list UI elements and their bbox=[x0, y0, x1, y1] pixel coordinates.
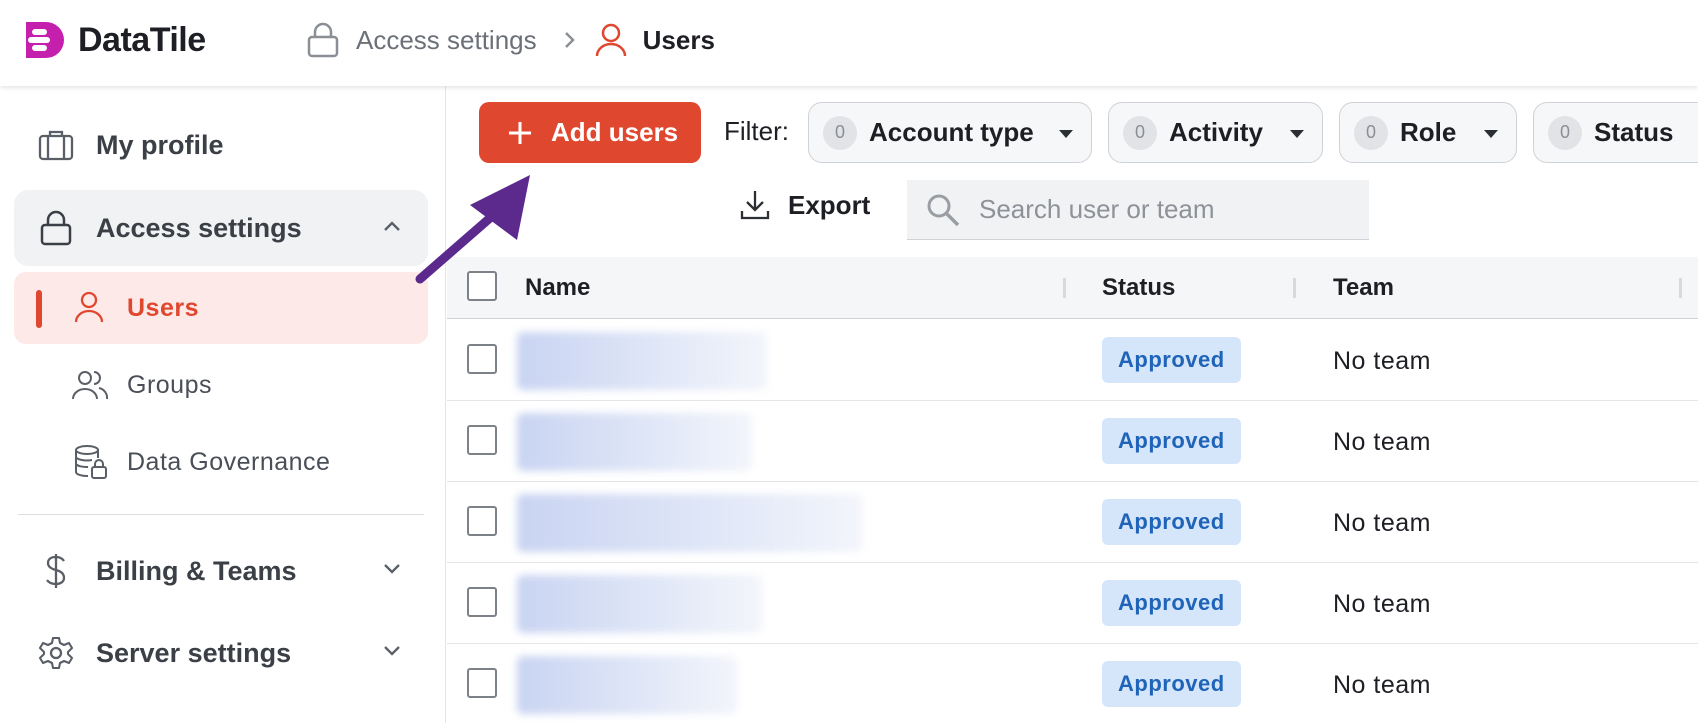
breadcrumb-users: Users bbox=[595, 22, 715, 58]
user-name-redacted bbox=[517, 575, 762, 633]
team-cell: No team bbox=[1333, 347, 1431, 375]
download-icon bbox=[740, 191, 770, 220]
filter-activity[interactable]: 0 Activity bbox=[1108, 102, 1323, 163]
search-input[interactable] bbox=[979, 194, 1359, 225]
filter-label-text: Activity bbox=[1169, 117, 1263, 147]
gear-icon bbox=[36, 633, 76, 673]
search-icon bbox=[927, 194, 960, 226]
column-header-status[interactable]: Status bbox=[1102, 274, 1175, 302]
column-resize-handle[interactable] bbox=[1293, 278, 1296, 298]
status-badge: Approved bbox=[1102, 580, 1241, 626]
caret-down-icon bbox=[1484, 130, 1498, 138]
caret-down-icon bbox=[1059, 130, 1073, 138]
filter-count: 0 bbox=[823, 115, 857, 150]
table-row[interactable]: Approved No team bbox=[447, 563, 1698, 644]
filter-count: 0 bbox=[1354, 115, 1388, 150]
lock-icon bbox=[36, 208, 76, 248]
row-checkbox[interactable] bbox=[467, 344, 497, 374]
user-name-redacted bbox=[517, 413, 752, 471]
users-group-icon bbox=[72, 369, 109, 406]
status-badge: Approved bbox=[1102, 661, 1241, 707]
filter-label: Filter: bbox=[724, 116, 789, 146]
sidebar-item-label: Access settings bbox=[96, 212, 302, 243]
filter-label-text: Status bbox=[1594, 117, 1674, 147]
row-checkbox[interactable] bbox=[467, 587, 497, 617]
sidebar-item-label: Data Governance bbox=[127, 447, 331, 476]
sidebar: My profile Access settings Users Groups … bbox=[0, 86, 446, 723]
table-row[interactable]: Approved No team bbox=[447, 644, 1698, 723]
breadcrumb-access-settings[interactable]: Access settings bbox=[306, 22, 537, 58]
team-cell: No team bbox=[1333, 428, 1431, 456]
column-resize-handle[interactable] bbox=[1679, 278, 1682, 298]
column-header-team[interactable]: Team bbox=[1333, 274, 1394, 302]
sidebar-item-label: Server settings bbox=[96, 637, 292, 668]
add-users-button[interactable]: Add users bbox=[479, 102, 701, 163]
filter-count: 0 bbox=[1123, 115, 1157, 150]
export-button[interactable]: Export bbox=[740, 189, 870, 221]
team-cell: No team bbox=[1333, 590, 1431, 618]
sidebar-divider bbox=[18, 514, 424, 515]
chevron-up-icon bbox=[382, 219, 402, 237]
status-badge: Approved bbox=[1102, 499, 1241, 545]
chevron-down-icon bbox=[382, 562, 402, 580]
user-name-redacted bbox=[517, 494, 862, 552]
table-row[interactable]: Approved No team bbox=[447, 401, 1698, 482]
row-checkbox[interactable] bbox=[467, 425, 497, 455]
app-name: DataTile bbox=[78, 20, 206, 59]
plus-icon bbox=[509, 121, 531, 144]
status-badge: Approved bbox=[1102, 418, 1241, 464]
breadcrumb-current-label: Users bbox=[642, 24, 715, 55]
sidebar-item-billing-teams[interactable]: Billing & Teams bbox=[14, 534, 428, 608]
lock-icon bbox=[307, 22, 339, 58]
export-label: Export bbox=[788, 189, 871, 220]
caret-down-icon bbox=[1290, 130, 1304, 138]
briefcase-icon bbox=[36, 125, 76, 165]
status-badge: Approved bbox=[1102, 337, 1241, 383]
table-row[interactable]: Approved No team bbox=[447, 482, 1698, 563]
sidebar-item-label: Users bbox=[127, 293, 199, 322]
user-name-redacted bbox=[517, 656, 737, 714]
filter-role[interactable]: 0 Role bbox=[1339, 102, 1517, 163]
team-cell: No team bbox=[1333, 509, 1431, 537]
team-cell: No team bbox=[1333, 671, 1431, 699]
sidebar-item-label: Billing & Teams bbox=[96, 555, 297, 586]
table-row[interactable]: Approved No team bbox=[447, 320, 1698, 401]
sidebar-item-users[interactable]: Users bbox=[14, 272, 428, 344]
filter-account-type[interactable]: 0 Account type bbox=[808, 102, 1092, 163]
logo[interactable]: DataTile bbox=[24, 20, 206, 60]
filter-label-text: Account type bbox=[869, 117, 1034, 147]
sidebar-item-my-profile[interactable]: My profile bbox=[14, 110, 428, 180]
filter-count: 0 bbox=[1548, 115, 1582, 150]
user-icon bbox=[595, 23, 626, 57]
breadcrumb-parent-label: Access settings bbox=[356, 24, 537, 55]
add-users-label: Add users bbox=[551, 117, 679, 147]
filter-status[interactable]: 0 Status bbox=[1533, 102, 1698, 163]
sidebar-item-groups[interactable]: Groups bbox=[14, 349, 428, 421]
dollar-icon bbox=[36, 551, 76, 591]
search-box[interactable] bbox=[907, 180, 1369, 240]
datatile-logo-icon bbox=[26, 22, 64, 58]
sidebar-item-access-settings[interactable]: Access settings bbox=[14, 190, 428, 266]
row-checkbox[interactable] bbox=[467, 668, 497, 698]
annotation-arrow-icon bbox=[415, 175, 530, 284]
chevron-down-icon bbox=[382, 644, 402, 662]
filter-label-text: Role bbox=[1400, 117, 1457, 147]
sidebar-item-data-governance[interactable]: Data Governance bbox=[14, 426, 428, 498]
row-checkbox[interactable] bbox=[467, 506, 497, 536]
breadcrumb: Access settings Users bbox=[306, 20, 715, 60]
chevron-right-icon bbox=[563, 30, 577, 50]
user-name-redacted bbox=[517, 332, 767, 390]
top-bar: DataTile Access settings Users bbox=[0, 0, 1698, 86]
database-lock-icon bbox=[74, 444, 108, 485]
sidebar-item-label: Groups bbox=[127, 370, 212, 399]
column-resize-handle[interactable] bbox=[1063, 278, 1066, 298]
user-icon bbox=[74, 290, 104, 329]
sidebar-item-server-settings[interactable]: Server settings bbox=[14, 616, 428, 690]
sidebar-item-label: My profile bbox=[96, 129, 224, 160]
table-header: Name Status Team bbox=[447, 257, 1698, 319]
active-indicator bbox=[36, 290, 42, 328]
